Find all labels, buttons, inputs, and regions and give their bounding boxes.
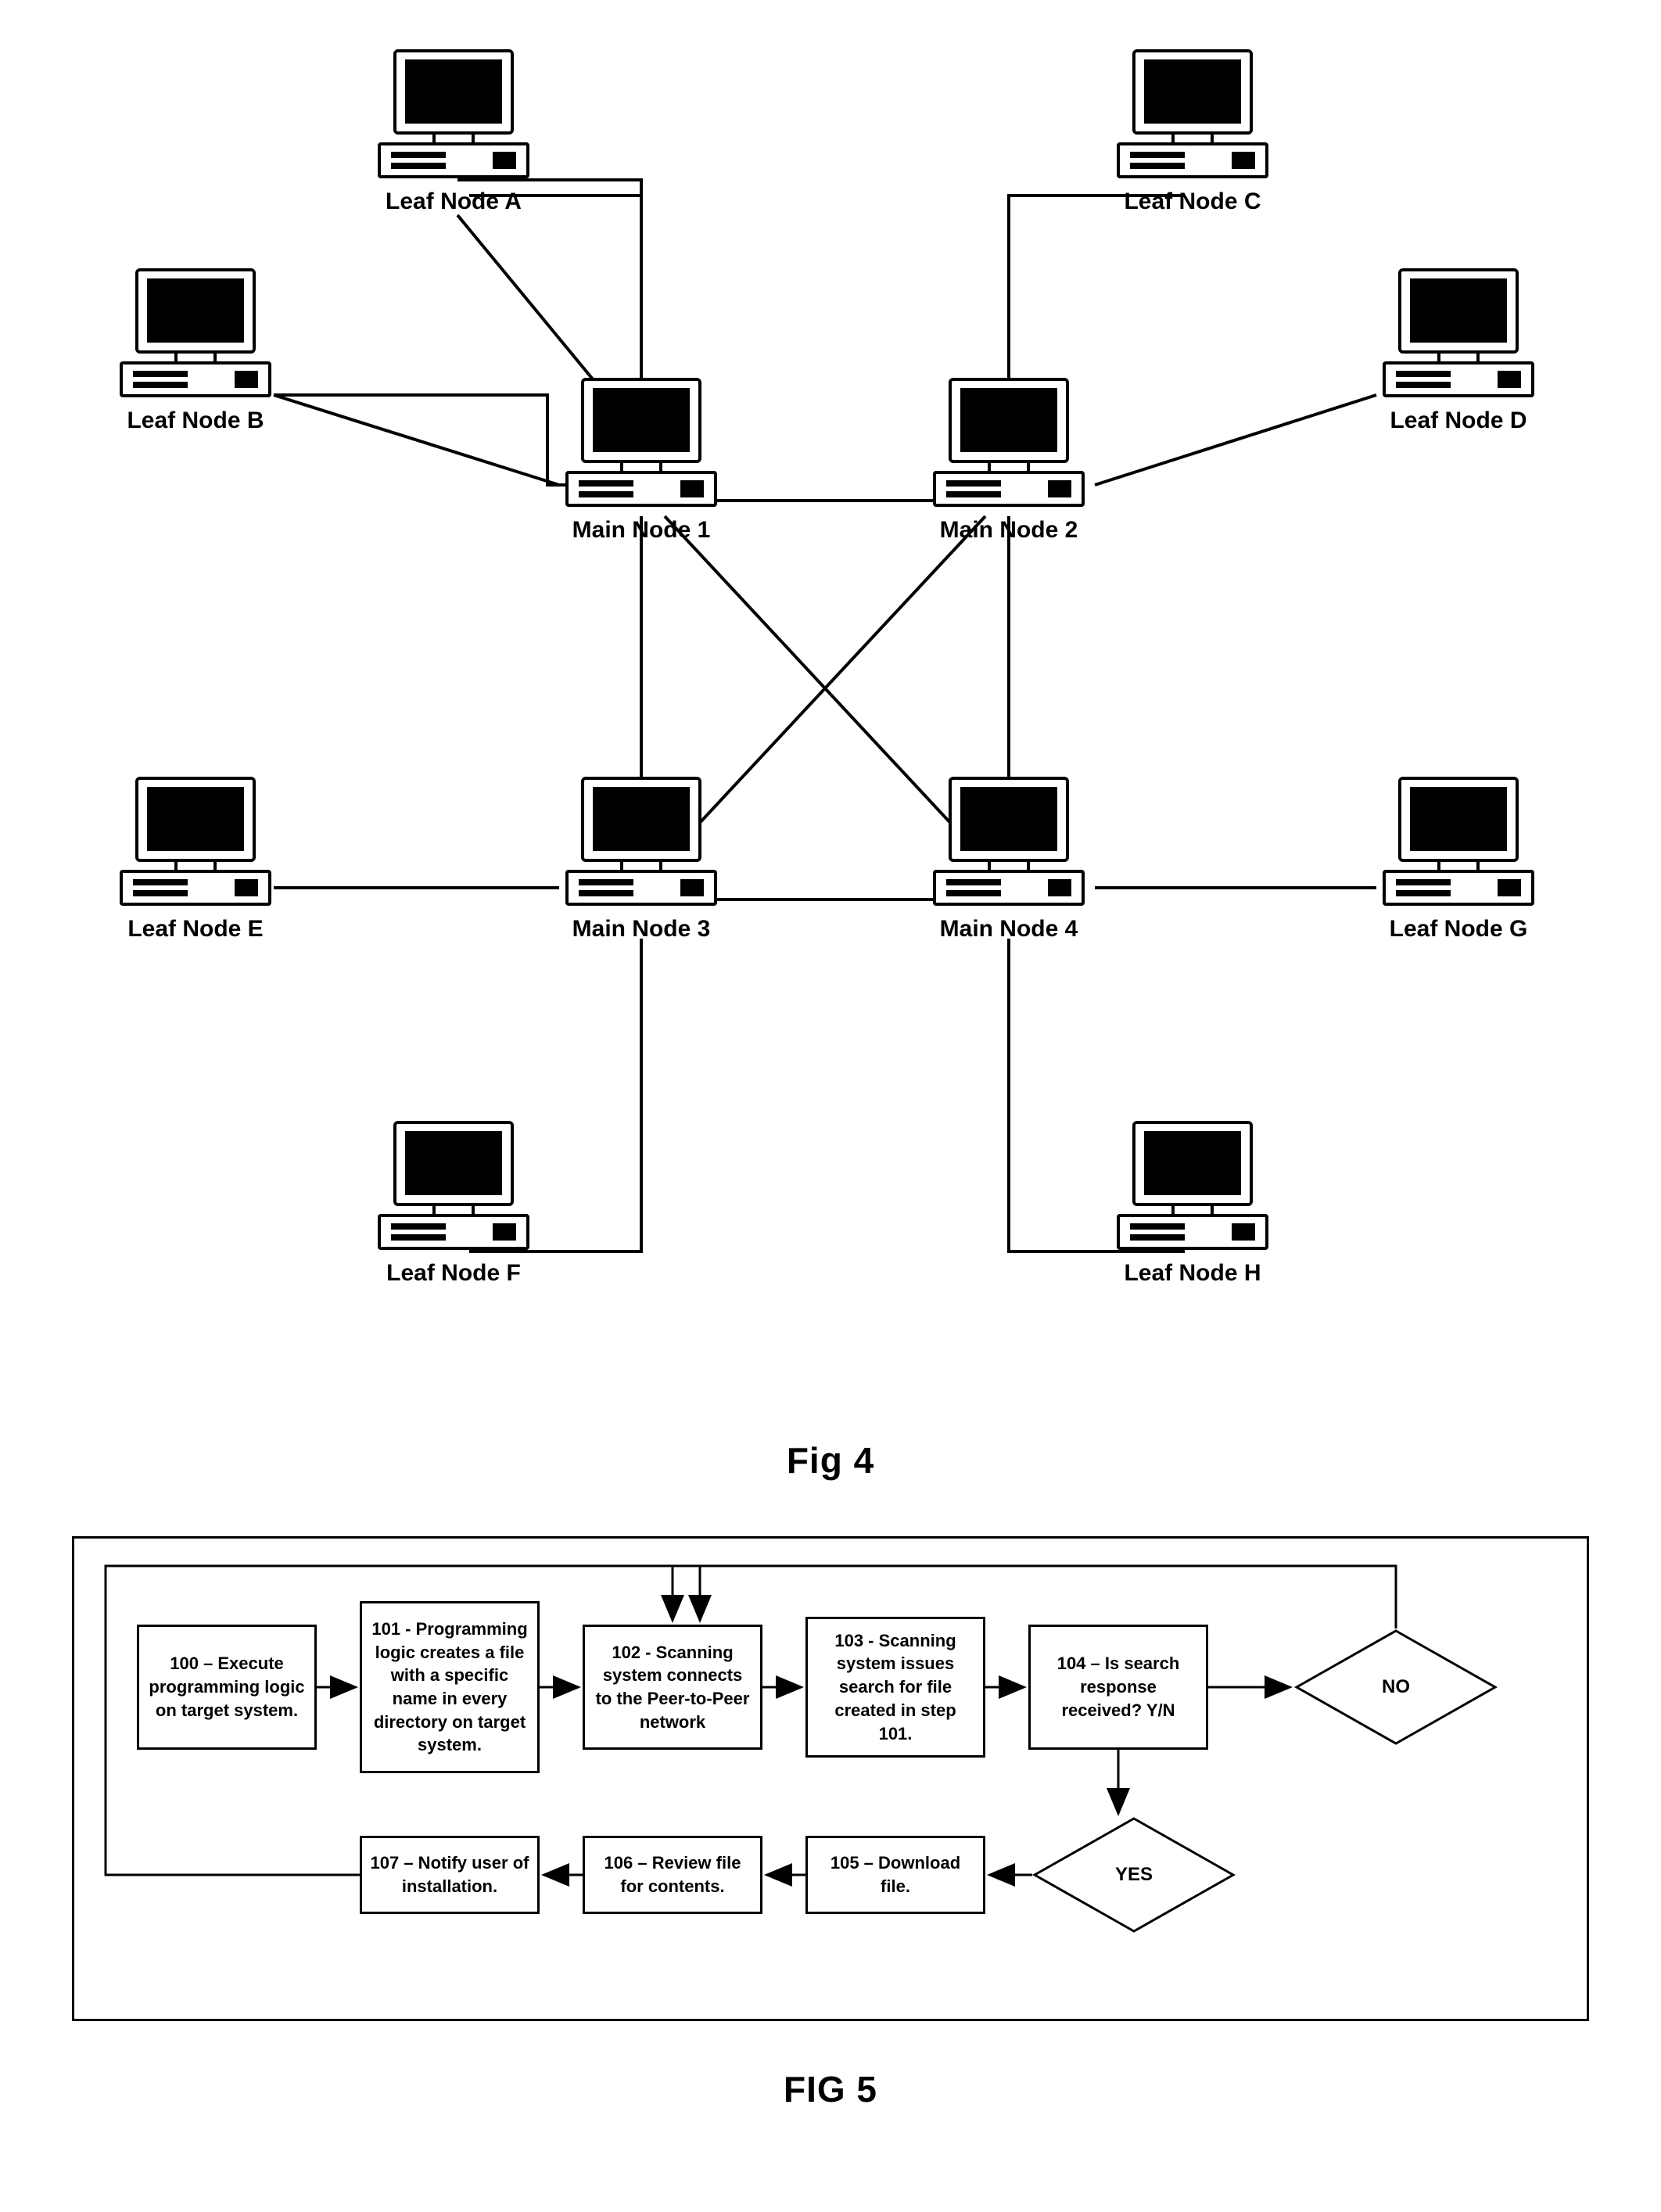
main-node-1: Main Node 1 — [544, 375, 739, 544]
main-node-4: Main Node 4 — [911, 774, 1107, 943]
fig4-network-diagram: Leaf Node A Leaf Node B Leaf Node C — [47, 47, 1614, 1416]
computer-icon — [1361, 774, 1556, 911]
main-node-3: Main Node 3 — [544, 774, 739, 943]
node-label: Leaf Node G — [1361, 916, 1556, 943]
node-label: Main Node 4 — [911, 916, 1107, 943]
step-text: 101 - Programming logic creates a file w… — [370, 1618, 529, 1757]
fig5-caption: FIG 5 — [47, 2068, 1614, 2110]
step-text: 104 – Is search response received? Y/N — [1039, 1652, 1198, 1722]
computer-icon — [356, 47, 551, 184]
leaf-node-g: Leaf Node G — [1361, 774, 1556, 943]
leaf-node-b: Leaf Node B — [98, 266, 293, 434]
node-label: Leaf Node D — [1361, 408, 1556, 434]
node-label: Leaf Node F — [356, 1260, 551, 1287]
flow-arrows — [74, 1539, 1587, 2019]
computer-icon — [1361, 266, 1556, 403]
node-label: Leaf Node B — [98, 408, 293, 434]
node-label: Leaf Node C — [1095, 189, 1290, 215]
fig4-caption: Fig 4 — [47, 1439, 1614, 1481]
leaf-node-f: Leaf Node F — [356, 1119, 551, 1287]
decision-no: NO — [1294, 1628, 1498, 1746]
step-101: 101 - Programming logic creates a file w… — [360, 1601, 540, 1773]
node-label: Leaf Node A — [356, 189, 551, 215]
computer-icon — [911, 774, 1107, 911]
node-label: Main Node 2 — [911, 517, 1107, 544]
computer-icon — [1095, 1119, 1290, 1255]
leaf-node-c: Leaf Node C — [1095, 47, 1290, 215]
step-102: 102 - Scanning system connects to the Pe… — [583, 1625, 762, 1750]
network-connections — [47, 47, 1614, 1416]
step-104: 104 – Is search response received? Y/N — [1028, 1625, 1208, 1750]
step-105: 105 – Download file. — [805, 1836, 985, 1914]
leaf-node-e: Leaf Node E — [98, 774, 293, 943]
computer-icon — [544, 375, 739, 512]
step-text: 105 – Download file. — [816, 1851, 975, 1898]
leaf-node-a: Leaf Node A — [356, 47, 551, 215]
step-text: 107 – Notify user of installation. — [370, 1851, 529, 1898]
decision-label: NO — [1294, 1628, 1498, 1746]
step-text: 106 – Review file for contents. — [593, 1851, 752, 1898]
node-label: Leaf Node E — [98, 916, 293, 943]
computer-icon — [356, 1119, 551, 1255]
computer-icon — [98, 774, 293, 911]
computer-icon — [911, 375, 1107, 512]
node-label: Leaf Node H — [1095, 1260, 1290, 1287]
fig5-flowchart: 100 – Execute programming logic on targe… — [72, 1536, 1589, 2021]
step-100: 100 – Execute programming logic on targe… — [137, 1625, 317, 1750]
node-label: Main Node 3 — [544, 916, 739, 943]
main-node-2: Main Node 2 — [911, 375, 1107, 544]
computer-icon — [544, 774, 739, 911]
step-103: 103 - Scanning system issues search for … — [805, 1617, 985, 1758]
leaf-node-h: Leaf Node H — [1095, 1119, 1290, 1287]
computer-icon — [98, 266, 293, 403]
step-text: 100 – Execute programming logic on targe… — [147, 1652, 307, 1722]
step-text: 103 - Scanning system issues search for … — [816, 1629, 975, 1745]
node-label: Main Node 1 — [544, 517, 739, 544]
decision-yes: YES — [1032, 1816, 1236, 1934]
leaf-node-d: Leaf Node D — [1361, 266, 1556, 434]
decision-label: YES — [1032, 1816, 1236, 1934]
step-107: 107 – Notify user of installation. — [360, 1836, 540, 1914]
computer-icon — [1095, 47, 1290, 184]
step-text: 102 - Scanning system connects to the Pe… — [593, 1641, 752, 1734]
step-106: 106 – Review file for contents. — [583, 1836, 762, 1914]
